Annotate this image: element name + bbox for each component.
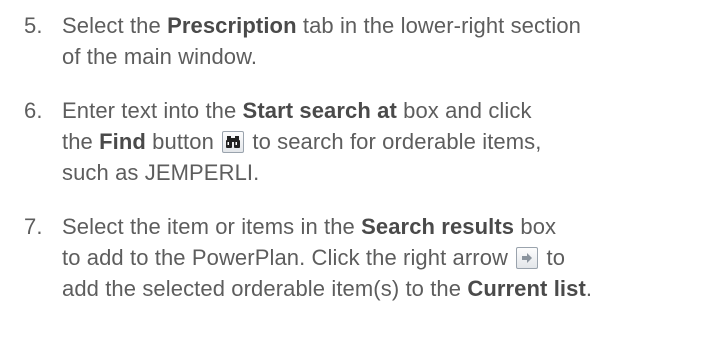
step-number: 5. bbox=[24, 13, 43, 38]
step-text: to bbox=[540, 245, 566, 270]
step-text: of the main window. bbox=[62, 44, 258, 69]
binoculars-icon bbox=[226, 136, 241, 148]
step-line: the Find button to search for orderable … bbox=[62, 126, 703, 157]
step-line: Enter text into the Start search at box … bbox=[62, 95, 703, 126]
find-binoculars-button bbox=[222, 131, 245, 153]
step-text: to add to the PowerPlan. Click the right… bbox=[62, 245, 509, 270]
step-text: to search for orderable items, bbox=[246, 129, 542, 154]
step-line: to add to the PowerPlan. Click the right… bbox=[62, 242, 703, 273]
step-text: box bbox=[514, 214, 557, 239]
step-text: add the selected orderable item(s) to th… bbox=[62, 276, 468, 301]
find-button-label: Find bbox=[99, 129, 146, 154]
step-7: 7. Select the item or items in the Searc… bbox=[0, 211, 703, 304]
step-text: the bbox=[62, 129, 100, 154]
step-line: Select the item or items in the Search r… bbox=[62, 211, 703, 242]
step-text: such as JEMPERLI. bbox=[62, 160, 260, 185]
step-6: 6. Enter text into the Start search at b… bbox=[0, 95, 703, 188]
step-line: add the selected orderable item(s) to th… bbox=[62, 273, 703, 304]
step-text: . bbox=[585, 276, 593, 301]
instruction-steps: 5. Select the Prescription tab in the lo… bbox=[0, 0, 703, 304]
step-text: tab in the lower-right section bbox=[296, 13, 581, 38]
step-line: such as JEMPERLI. bbox=[62, 157, 703, 188]
step-line: of the main window. bbox=[62, 41, 703, 72]
prescription-tab-label: Prescription bbox=[167, 13, 297, 38]
current-list-label: Current list bbox=[467, 276, 586, 301]
step-5: 5. Select the Prescription tab in the lo… bbox=[0, 10, 703, 72]
step-text: Select the bbox=[62, 13, 168, 38]
step-text: Enter text into the bbox=[62, 98, 243, 123]
right-arrow-button bbox=[516, 247, 539, 269]
search-results-label: Search results bbox=[361, 214, 515, 239]
right-arrow-icon bbox=[522, 253, 533, 263]
step-number: 6. bbox=[24, 98, 43, 123]
step-text: button bbox=[145, 129, 214, 154]
step-number: 7. bbox=[24, 214, 43, 239]
start-search-label: Start search at bbox=[242, 98, 397, 123]
step-text: Select the item or items in the bbox=[62, 214, 362, 239]
step-text: box and click bbox=[396, 98, 532, 123]
step-line: Select the Prescription tab in the lower… bbox=[62, 10, 703, 41]
